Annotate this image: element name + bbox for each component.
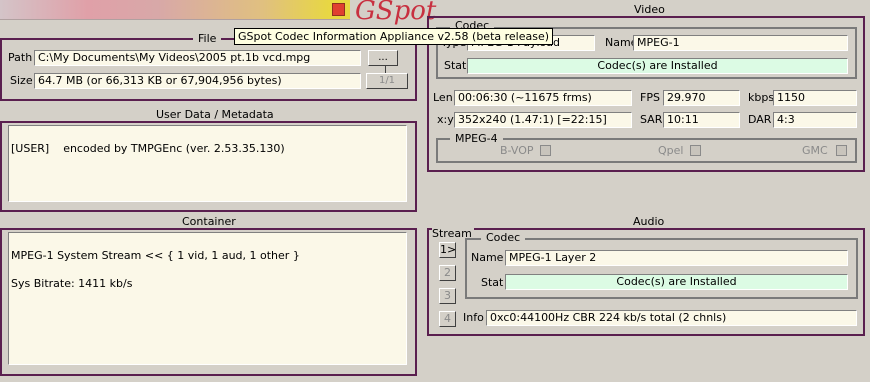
audio-name-field[interactable]: MPEG-1 Layer 2 xyxy=(505,250,848,266)
path-field[interactable]: C:\My Documents\My Videos\2005 pt.1b vcd… xyxy=(34,50,361,66)
app-logo: GSpot xyxy=(355,0,437,26)
container-legend: Container xyxy=(177,215,241,228)
close-icon[interactable] xyxy=(332,3,345,16)
container-textarea[interactable]: MPEG-1 System Stream << { 1 vid, 1 aud, … xyxy=(8,232,407,365)
stream-button-3[interactable]: 3 xyxy=(439,288,456,304)
mpeg4-legend: MPEG-4 xyxy=(450,132,503,145)
part-button[interactable]: 1/1 xyxy=(366,73,408,89)
bvop-label: B-VOP xyxy=(500,144,534,157)
audio-info-field[interactable]: 0xc0:44100Hz CBR 224 kb/s total (2 chnls… xyxy=(486,310,857,326)
len-label: Len xyxy=(433,91,453,104)
video-stat-field: Codec(s) are Installed xyxy=(467,58,848,74)
audio-stat-label: Stat xyxy=(481,276,504,289)
file-group xyxy=(0,38,417,101)
audio-legend: Audio xyxy=(628,215,670,228)
audio-info-label: Info xyxy=(463,311,484,324)
color-strip xyxy=(0,0,350,20)
dar-field[interactable]: 4:3 xyxy=(773,112,857,128)
qpel-label: Qpel xyxy=(658,144,684,157)
gmc-label: GMC xyxy=(802,144,828,157)
video-name-field[interactable]: MPEG-1 xyxy=(633,35,848,51)
stream-button-4[interactable]: 4 xyxy=(439,311,456,327)
path-label: Path xyxy=(8,51,33,64)
fps-field[interactable]: 29.970 xyxy=(663,90,740,106)
xy-field[interactable]: 352x240 (1.47:1) [=22:15] xyxy=(454,112,632,128)
container-line-2: Sys Bitrate: 1411 kb/s xyxy=(11,277,133,290)
audio-stat-field: Codec(s) are Installed xyxy=(505,274,848,290)
len-field[interactable]: 00:06:30 (~11675 frms) xyxy=(454,90,632,106)
audio-codec-legend: Codec xyxy=(481,231,526,244)
size-field[interactable]: 64.7 MB (or 66,313 KB or 67,904,956 byte… xyxy=(34,73,361,89)
sar-field[interactable]: 10:11 xyxy=(663,112,740,128)
audio-name-label: Name xyxy=(471,251,504,264)
userdata-textarea[interactable]: [USER] encoded by TMPGEnc (ver. 2.53.35.… xyxy=(8,125,407,202)
userdata-legend: User Data / Metadata xyxy=(151,108,279,121)
video-stat-label: Stat xyxy=(444,59,467,72)
kbps-label: kbps xyxy=(748,91,775,104)
kbps-field[interactable]: 1150 xyxy=(773,90,857,106)
video-legend: Video xyxy=(629,3,670,16)
fps-label: FPS xyxy=(640,91,660,104)
sar-label: SAR xyxy=(640,113,663,126)
userdata-text: [USER] encoded by TMPGEnc (ver. 2.53.35.… xyxy=(11,142,285,155)
xy-label: x:y xyxy=(437,113,454,126)
file-legend: File xyxy=(193,32,222,45)
browse-button[interactable]: ... xyxy=(368,50,398,66)
stream-button-1[interactable]: 1> xyxy=(439,242,456,258)
app-tooltip: GSpot Codec Information Appliance v2.58 … xyxy=(234,28,554,45)
gmc-checkbox[interactable] xyxy=(836,145,847,156)
container-line-1: MPEG-1 System Stream << { 1 vid, 1 aud, … xyxy=(11,249,300,262)
qpel-checkbox[interactable] xyxy=(690,145,701,156)
stream-button-2[interactable]: 2 xyxy=(439,265,456,281)
size-label: Size xyxy=(10,74,33,87)
bvop-checkbox[interactable] xyxy=(540,145,551,156)
dar-label: DAR xyxy=(748,113,772,126)
